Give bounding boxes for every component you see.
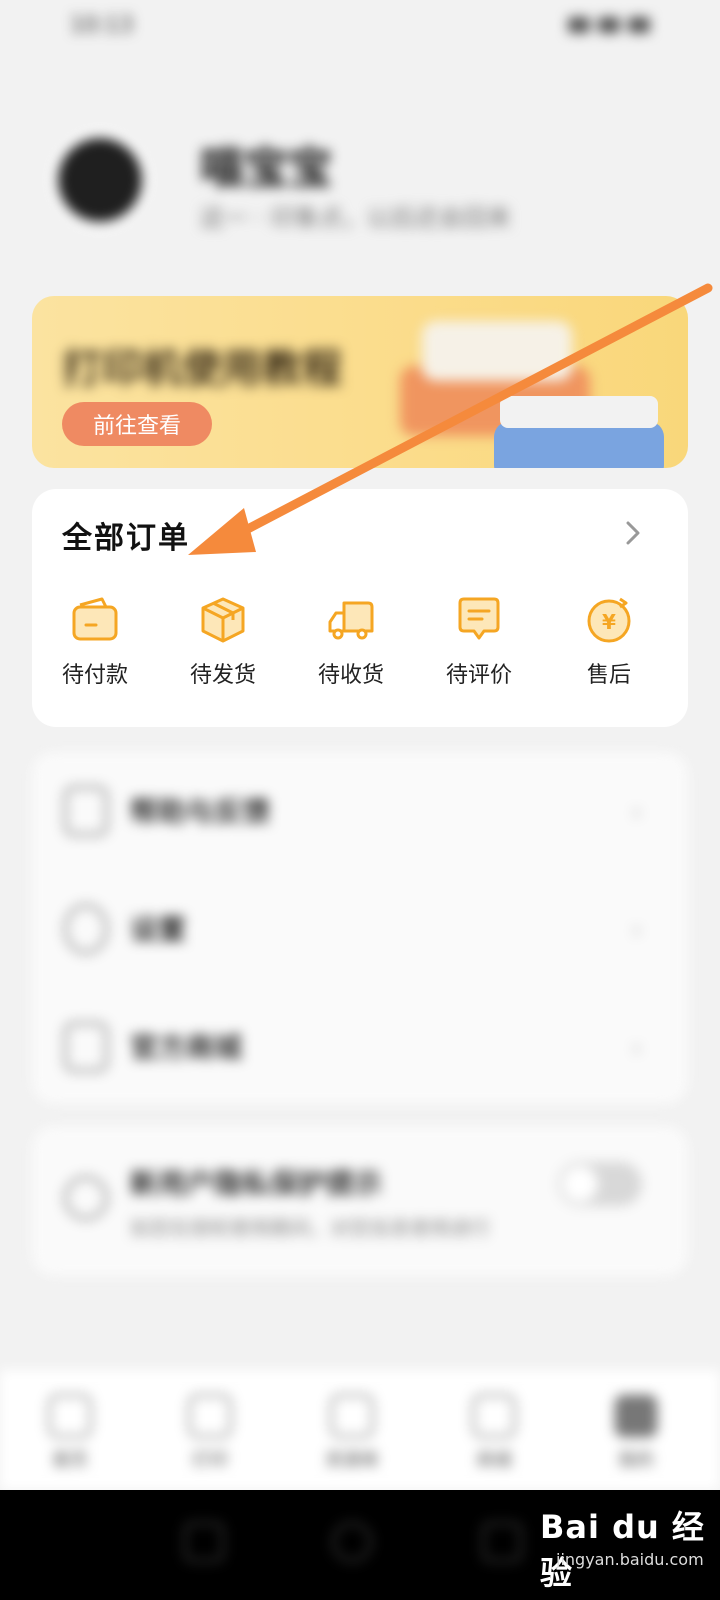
tab-print[interactable]: 打印 [170,1394,250,1472]
wifi-icon [598,17,620,33]
menu-item-label: 帮助与反馈 [130,795,271,828]
order-label: 待收货 [317,663,384,688]
menu-item-help[interactable]: 帮助与反馈 › [32,752,688,870]
order-pending-shipment[interactable]: 待发货 [168,593,278,703]
tab-library[interactable]: 资源库 [312,1394,392,1472]
recents-button[interactable] [184,1522,224,1562]
package-box-icon [201,597,245,643]
profile-name: 喵宝宝 [200,143,332,194]
home-icon [48,1394,92,1438]
order-label: 待评价 [445,663,512,688]
store-icon [472,1394,516,1438]
printer-icon [188,1394,232,1438]
orders-card: 全部订单 待付款 待发货 待收货 待评价 ¥ 售后 [32,489,688,727]
menu-item-label: 设置 [130,913,187,946]
privacy-card: 新用户隐私保护提示 如您在授权使用期间，对您信息使用进行 [32,1126,688,1276]
banner-illustration-stand [494,421,664,468]
watermark-url: jingyan.baidu.com [556,1550,704,1569]
banner-illustration-paper [422,321,572,381]
tab-label: 打印 [192,1450,228,1471]
menu-card: 帮助与反馈 › 设置 › 官方商城 › [32,752,688,1104]
signal-icon [568,17,590,33]
order-pending-payment[interactable]: 待付款 [40,593,150,703]
profile-header[interactable]: 喵宝宝 这一 · 印象点，以后还会回来 [40,110,680,250]
tab-label: 首页 [52,1450,88,1471]
menu-item-label: 官方商城 [130,1031,243,1064]
menu-item-settings[interactable]: 设置 › [32,870,688,988]
tab-mine[interactable]: 我的 [596,1394,676,1472]
status-time: 10:13 [70,12,134,38]
svg-text:¥: ¥ [602,610,616,634]
printer-illustration [500,396,658,428]
order-after-sales[interactable]: ¥ 售后 [554,593,664,703]
order-label: 待发货 [189,663,256,688]
back-button[interactable] [482,1522,522,1562]
order-status-row: 待付款 待发货 待收货 待评价 ¥ 售后 [32,593,688,703]
tab-label: 我的 [618,1450,654,1471]
tab-store[interactable]: 商城 [454,1394,534,1472]
privacy-title: 新用户隐私保护提示 [130,1167,383,1200]
privacy-shield-icon [64,1176,108,1220]
delivery-truck-icon [328,601,374,640]
library-icon [330,1394,374,1438]
chevron-right-icon: › [632,798,642,826]
status-icons [568,17,650,33]
baidu-watermark: Bai du 经验 jingyan.baidu.com [540,1500,710,1592]
shopping-bag-icon [64,1022,108,1072]
order-label: 待付款 [61,663,128,688]
privacy-toggle[interactable] [558,1162,642,1206]
order-pending-receipt[interactable]: 待收货 [296,593,406,703]
banner-title: 打印机使用教程 [62,346,342,392]
tab-label: 资源库 [325,1450,379,1471]
profile-subtitle: 这一 · 印象点，以后还会回来 [200,204,511,232]
yuan-refund-icon: ¥ [587,597,631,643]
order-pending-review[interactable]: 待评价 [424,593,534,703]
tab-label: 商城 [476,1450,512,1471]
status-bar: 10:13 [0,0,720,50]
profile-icon [614,1394,658,1438]
bottom-tab-bar: 首页 打印 资源库 商城 我的 [0,1370,720,1490]
chevron-right-icon: › [632,1034,642,1062]
home-button[interactable] [332,1522,372,1562]
gear-icon [64,904,108,954]
chevron-right-icon[interactable] [618,515,648,551]
tab-home[interactable]: 首页 [30,1394,110,1472]
document-icon [64,786,108,836]
watermark-main: Bai du 经验 [540,1508,705,1592]
avatar[interactable] [50,130,150,230]
privacy-description: 如您在授权使用期间，对您信息使用进行 [130,1216,490,1240]
chevron-right-icon: › [632,916,642,944]
all-orders-title[interactable]: 全部订单 [62,513,190,557]
comment-bubble-icon [458,597,500,640]
tutorial-banner[interactable]: 打印机使用教程 前往查看 [32,296,688,468]
menu-item-store[interactable]: 官方商城 › [32,988,688,1106]
order-label: 售后 [586,663,631,688]
battery-icon [628,17,650,33]
banner-view-button[interactable]: 前往查看 [62,402,212,446]
wallet-icon [72,597,118,641]
